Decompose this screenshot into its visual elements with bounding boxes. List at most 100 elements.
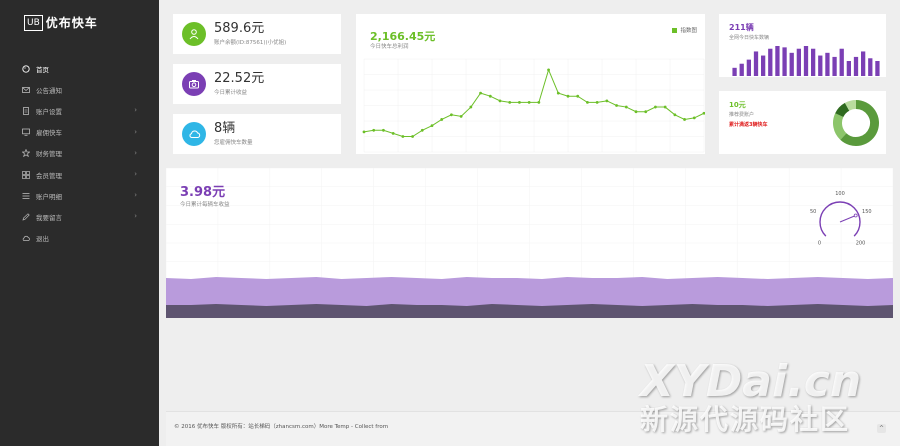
fleet-bar[interactable] (853, 56, 859, 76)
profit-point[interactable] (595, 101, 599, 104)
profit-point[interactable] (498, 99, 502, 103)
profit-point[interactable] (654, 105, 657, 109)
sidebar-item-label: 退出 (36, 235, 49, 244)
profit-point[interactable] (624, 105, 628, 109)
palette-icon (22, 64, 30, 73)
document-icon (22, 107, 30, 115)
sidebar-item-label: 账户设置 (36, 107, 62, 116)
fleet-bar[interactable] (768, 48, 773, 76)
profit-point[interactable] (527, 101, 531, 104)
profit-point[interactable] (372, 128, 376, 132)
gauge-arc (819, 201, 861, 237)
fleet-bar[interactable] (868, 58, 873, 76)
profit-point[interactable] (450, 113, 453, 117)
profit-point[interactable] (391, 132, 395, 135)
profit-point[interactable] (459, 114, 463, 118)
sidebar-item-4[interactable]: 雇佣快车 › (0, 122, 159, 143)
sidebar: UB 优布快车 首页 公告通知 账户设置 › 雇佣快车 › 财务管理 › 会员管理 › 账户明细 › 我… (0, 0, 159, 446)
profit-point[interactable] (673, 113, 677, 117)
chevron-right-icon: › (134, 127, 137, 136)
earnings-area-lower (166, 304, 893, 318)
gauge-needle (839, 215, 856, 223)
per-car-label: 今日累计每辆车收益 (180, 202, 230, 208)
fleet-bar[interactable] (818, 55, 823, 76)
per-car-value: 3.98元 (180, 185, 226, 200)
profit-point[interactable] (556, 91, 560, 95)
fleet-bar[interactable] (761, 55, 766, 76)
profit-point[interactable] (469, 105, 473, 109)
profit-point[interactable] (692, 116, 696, 120)
referral-slice[interactable] (835, 102, 850, 118)
fleet-bar[interactable] (839, 48, 844, 76)
profit-point[interactable] (634, 110, 638, 114)
profit-point[interactable] (605, 99, 609, 103)
sidebar-item-6[interactable]: 会员管理 › (0, 164, 159, 185)
sidebar-item-8[interactable]: 我要留言 › (0, 206, 159, 227)
profit-point[interactable] (382, 128, 385, 132)
profit-point[interactable] (508, 101, 512, 104)
fleet-bar[interactable] (753, 51, 759, 76)
chevron-right-icon: › (134, 191, 137, 200)
profit-line-chart (362, 58, 705, 153)
camera-icon (182, 72, 206, 96)
referral-slice[interactable] (844, 100, 857, 111)
sidebar-item-2[interactable]: 公告通知 (0, 79, 159, 100)
profit-point[interactable] (644, 110, 648, 114)
sidebar-item-5[interactable]: 财务管理 › (0, 143, 159, 164)
grid-icon (22, 170, 30, 179)
fleet-bar[interactable] (796, 48, 801, 76)
referral-slice[interactable] (833, 113, 847, 140)
fleet-bar[interactable] (732, 67, 737, 76)
fleet-bar[interactable] (782, 47, 787, 76)
profit-point[interactable] (440, 118, 444, 121)
fleet-bar[interactable] (775, 46, 780, 76)
cars-card: 8辆 您雇佣快车数量 (173, 114, 341, 154)
profit-point[interactable] (683, 118, 686, 121)
cars-value: 8辆 (214, 121, 236, 136)
profit-point[interactable] (488, 94, 492, 98)
fleet-bar[interactable] (789, 52, 794, 76)
fleet-bar[interactable] (739, 63, 744, 76)
fleet-bar[interactable] (825, 52, 830, 76)
sidebar-item-label: 雇佣快车 (36, 129, 62, 138)
gauge-tick-label: 50 (810, 209, 816, 215)
profit-point[interactable] (430, 124, 434, 128)
sidebar-item-1[interactable]: 首页 (0, 58, 159, 79)
brand-logo[interactable]: UB 优布快车 (24, 14, 98, 31)
profit-point[interactable] (547, 68, 550, 72)
fleet-bar[interactable] (861, 51, 866, 76)
sidebar-item-7[interactable]: 账户明细 › (0, 185, 159, 206)
cars-label: 您雇佣快车数量 (214, 140, 253, 146)
fleet-bar[interactable] (875, 61, 880, 76)
profit-point[interactable] (615, 104, 618, 107)
profit-point[interactable] (576, 94, 580, 98)
chevron-right-icon: › (134, 212, 137, 221)
fleet-bar[interactable] (746, 59, 751, 76)
profit-point[interactable] (479, 91, 482, 95)
profit-point[interactable] (420, 128, 424, 132)
sidebar-item-label: 首页 (36, 65, 49, 74)
profit-point[interactable] (663, 105, 667, 109)
profit-point[interactable] (586, 101, 589, 104)
profit-point[interactable] (518, 101, 521, 104)
gauge-needle-tip (853, 213, 858, 218)
speed-gauge: 0 50 100 150 200 (810, 191, 872, 247)
cloud-icon (182, 122, 206, 146)
gauge-tick-label: 0 (818, 241, 821, 247)
profit-point[interactable] (362, 130, 366, 134)
sidebar-item-9[interactable]: 退出 (0, 228, 159, 249)
profit-point[interactable] (411, 135, 414, 138)
sidebar-item-3[interactable]: 账户设置 › (0, 100, 159, 121)
balance-label: 账户余额(ID:87561)(小优姐) (214, 40, 287, 46)
profit-point[interactable] (566, 94, 570, 98)
fleet-bar[interactable] (803, 46, 809, 76)
profit-chart-card: 2,166.45元 今日快车总利润 指数图 (356, 14, 705, 154)
gauge-tick-label: 200 (856, 241, 866, 247)
user-icon (182, 22, 206, 46)
profit-point[interactable] (401, 135, 405, 138)
fleet-bar[interactable] (811, 48, 816, 76)
fleet-bar[interactable] (832, 56, 837, 76)
fleet-bar[interactable] (846, 61, 851, 76)
earnings-card: 22.52元 今日累计收益 (173, 64, 341, 104)
profit-point[interactable] (537, 101, 541, 104)
